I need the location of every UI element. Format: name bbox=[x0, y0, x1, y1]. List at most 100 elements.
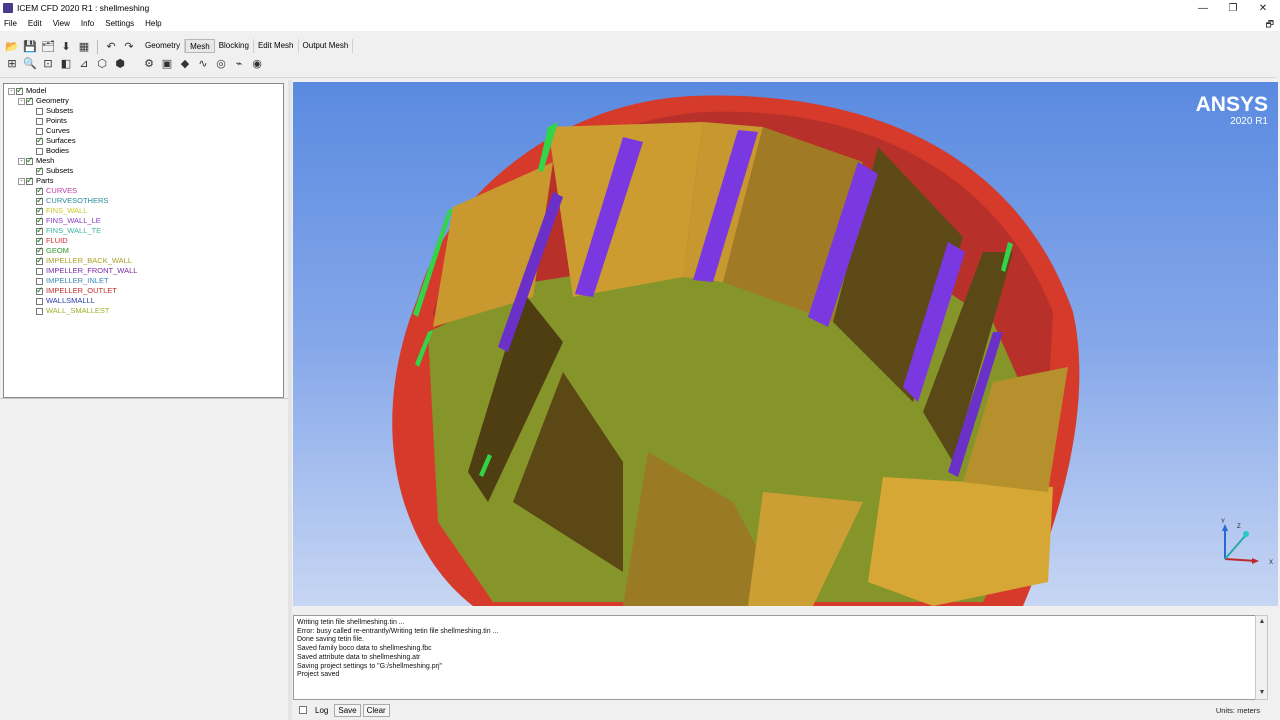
tree-item-label: Curves bbox=[46, 126, 70, 135]
tree-item-subsets[interactable]: Subsets bbox=[28, 165, 73, 176]
tree-expander-icon[interactable]: - bbox=[18, 177, 25, 185]
tree-item-impeller-front-wall[interactable]: IMPELLER_FRONT_WALL bbox=[28, 266, 137, 276]
close-button[interactable]: ✕ bbox=[1248, 0, 1278, 16]
tree-checkbox[interactable] bbox=[36, 205, 44, 215]
tree-checkbox[interactable] bbox=[26, 95, 34, 105]
tree-checkbox[interactable] bbox=[36, 147, 43, 155]
tree-item-points[interactable]: Points bbox=[28, 116, 67, 126]
global-mesh-setup-icon[interactable]: ⚙ bbox=[141, 56, 157, 71]
log-scrollbar[interactable]: ▲ ▼ bbox=[1255, 615, 1268, 700]
graphics-viewport[interactable]: ANSYS 2020 R1 Y Z X bbox=[293, 82, 1278, 606]
measure-icon[interactable]: ⊿ bbox=[76, 56, 92, 71]
menu-settings[interactable]: Settings bbox=[105, 19, 134, 28]
tree-item-subsets[interactable]: Subsets bbox=[28, 106, 73, 116]
tab-edit-mesh[interactable]: Edit Mesh bbox=[254, 39, 299, 53]
app-icon bbox=[3, 3, 13, 13]
tree-item-geometry[interactable]: - Geometry bbox=[18, 95, 69, 106]
tree-item-impeller-back-wall[interactable]: IMPELLER_BACK_WALL bbox=[28, 255, 132, 266]
zoom-icon[interactable]: 🔍 bbox=[22, 56, 38, 71]
solid-icon[interactable]: ⬢ bbox=[112, 56, 128, 71]
scroll-up-icon[interactable]: ▲ bbox=[1257, 617, 1267, 627]
tree-item-curves[interactable]: Curves bbox=[28, 126, 70, 136]
title-bar: ICEM CFD 2020 R1 : shellmeshing — ❐ ✕ bbox=[0, 0, 1280, 16]
tree-item-wall-smallest[interactable]: WALL_SMALLEST bbox=[28, 306, 110, 316]
tree-item-label: FINS_WALL bbox=[46, 206, 88, 215]
tree-item-impeller-outlet[interactable]: IMPELLER_OUTLET bbox=[28, 285, 117, 296]
tree-item-label: Points bbox=[46, 116, 67, 125]
compute-mesh-icon[interactable]: ◉ bbox=[249, 56, 265, 71]
undo-icon[interactable]: ↶ bbox=[103, 39, 119, 54]
tree-checkbox[interactable] bbox=[36, 245, 44, 255]
tree-item-geom[interactable]: GEOM bbox=[28, 245, 69, 256]
tree-expander-icon[interactable]: - bbox=[8, 87, 15, 95]
tree-checkbox[interactable] bbox=[36, 185, 44, 195]
tree-checkbox[interactable] bbox=[36, 235, 44, 245]
surface-mesh-setup-icon[interactable]: ◆ bbox=[177, 56, 193, 71]
tab-blocking[interactable]: Blocking bbox=[215, 39, 254, 53]
units-label: Units: meters bbox=[1215, 705, 1260, 715]
tab-geometry[interactable]: Geometry bbox=[141, 39, 186, 53]
model-tree: -Model-GeometrySubsetsPointsCurvesSurfac… bbox=[3, 83, 284, 398]
zoom-box-icon[interactable]: ⊡ bbox=[40, 56, 56, 71]
import-mesh-icon[interactable]: ▦ bbox=[76, 39, 92, 54]
tree-checkbox[interactable] bbox=[36, 127, 43, 135]
tree-checkbox[interactable] bbox=[36, 135, 44, 145]
tree-item-label: Surfaces bbox=[46, 136, 76, 145]
tree-checkbox[interactable] bbox=[16, 85, 24, 95]
menu-view[interactable]: View bbox=[53, 19, 70, 28]
brand-name: ANSYS bbox=[1195, 93, 1268, 116]
tree-checkbox[interactable] bbox=[36, 117, 43, 125]
log-checkbox[interactable] bbox=[299, 706, 307, 714]
tree-item-surfaces[interactable]: Surfaces bbox=[28, 135, 76, 146]
tab-output-mesh[interactable]: Output Mesh bbox=[299, 39, 354, 53]
tree-checkbox[interactable] bbox=[36, 107, 43, 115]
clear-log-button[interactable]: Clear bbox=[362, 703, 390, 717]
tree-checkbox[interactable] bbox=[36, 277, 43, 285]
menu-file[interactable]: File bbox=[4, 19, 17, 28]
tree-checkbox[interactable] bbox=[36, 195, 44, 205]
tree-item-wallsmalll[interactable]: WALLSMALLL bbox=[28, 296, 95, 306]
tree-expander-icon[interactable]: - bbox=[18, 97, 25, 105]
tree-checkbox[interactable] bbox=[36, 307, 43, 315]
tree-checkbox[interactable] bbox=[36, 297, 43, 305]
tree-checkbox[interactable] bbox=[36, 285, 44, 295]
tree-expander-icon[interactable]: - bbox=[18, 157, 25, 165]
maximize-button[interactable]: ❐ bbox=[1218, 0, 1248, 16]
view-toggle-icon[interactable]: ◧ bbox=[58, 56, 74, 71]
tree-checkbox[interactable] bbox=[36, 225, 44, 235]
menu-edit[interactable]: Edit bbox=[28, 19, 42, 28]
wireframe-icon[interactable]: ⬡ bbox=[94, 56, 110, 71]
import-geometry-icon[interactable]: ⬇ bbox=[58, 39, 74, 54]
fin-face bbox=[868, 477, 1053, 606]
scroll-down-icon[interactable]: ▼ bbox=[1257, 688, 1267, 698]
tab-mesh[interactable]: Mesh bbox=[185, 39, 215, 53]
tree-checkbox[interactable] bbox=[36, 267, 43, 275]
tree-checkbox[interactable] bbox=[26, 175, 34, 185]
panel-splitter[interactable] bbox=[288, 80, 292, 720]
tree-item-label: FINS_WALL_TE bbox=[46, 226, 102, 235]
minimize-button[interactable]: — bbox=[1188, 0, 1218, 16]
tree-checkbox[interactable] bbox=[36, 165, 44, 175]
save-log-button[interactable]: Save bbox=[334, 703, 361, 717]
save-project-icon[interactable]: 🗂 bbox=[40, 39, 56, 54]
window-title: ICEM CFD 2020 R1 : shellmeshing bbox=[17, 3, 150, 13]
message-log[interactable]: Writing tetin file shellmeshing.tin ... E… bbox=[293, 615, 1268, 700]
menu-info[interactable]: Info bbox=[81, 19, 94, 28]
save-icon[interactable]: 💾 bbox=[22, 39, 38, 54]
menu-help[interactable]: Help bbox=[145, 19, 161, 28]
tree-checkbox[interactable] bbox=[26, 155, 34, 165]
open-folder-icon[interactable]: 📂 bbox=[4, 39, 20, 54]
impeller-model[interactable] bbox=[293, 82, 1278, 606]
tree-checkbox[interactable] bbox=[36, 255, 44, 265]
tree-item-bodies[interactable]: Bodies bbox=[28, 146, 69, 156]
axis-label-z: Z bbox=[1237, 524, 1241, 530]
curve-mesh-setup-icon[interactable]: ∿ bbox=[195, 56, 211, 71]
part-mesh-setup-icon[interactable]: ▣ bbox=[159, 56, 175, 71]
tree-item-fluid[interactable]: FLUID bbox=[28, 235, 68, 246]
mdi-restore-icon[interactable]: 🗗 bbox=[1266, 17, 1274, 33]
tree-checkbox[interactable] bbox=[36, 215, 44, 225]
redo-icon[interactable]: ↷ bbox=[121, 39, 137, 54]
create-mesh-density-icon[interactable]: ◎ bbox=[213, 56, 229, 71]
connectors-icon[interactable]: ⌁ bbox=[231, 56, 247, 71]
fit-window-icon[interactable]: ⊞ bbox=[4, 56, 20, 71]
